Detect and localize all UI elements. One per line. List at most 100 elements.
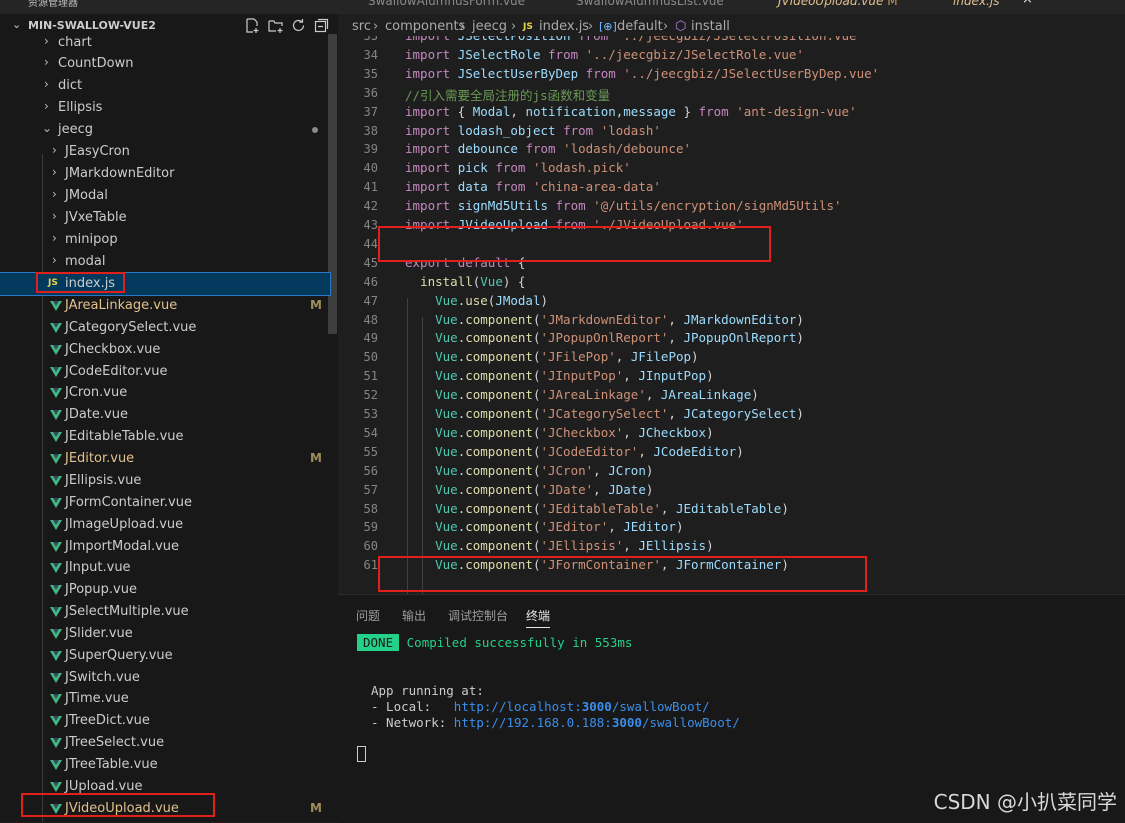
- code-line[interactable]: 49 Vue.component('JPopupOnlReport', JPop…: [338, 330, 1125, 349]
- code-line[interactable]: 37 import { Modal, notification,message }…: [338, 104, 1125, 123]
- code-line[interactable]: 50 Vue.component('JFilePop', JFilePop): [338, 349, 1125, 368]
- tree-file-item[interactable]: JSlider.vue: [0, 623, 330, 645]
- tree-file-item[interactable]: JCron.vue: [0, 382, 330, 404]
- tree-file-item[interactable]: JTreeTable.vue: [0, 754, 330, 776]
- line-number: 51: [363, 369, 378, 384]
- tree-file-item[interactable]: JCheckbox.vue: [0, 339, 330, 361]
- code-line[interactable]: 51 Vue.component('JInputPop', JInputPop): [338, 368, 1125, 387]
- line-number: 43: [363, 218, 378, 232]
- workspace-title[interactable]: MIN-SWALLOW-VUE2: [28, 19, 156, 32]
- tab-terminal[interactable]: 终端: [526, 607, 551, 628]
- vue-file-icon: [50, 388, 62, 398]
- tree-file-item[interactable]: JFormContainer.vue: [0, 492, 330, 514]
- code-line[interactable]: 35 import JSelectUserByDep from '../jeecg…: [338, 66, 1125, 85]
- breadcrumb-item[interactable]: install: [691, 19, 730, 34]
- code-line[interactable]: 38 import lodash_object from 'lodash': [338, 123, 1125, 142]
- code-line[interactable]: 57 Vue.component('JDate', JDate): [338, 482, 1125, 501]
- local-url-prefix: http://localhost:: [453, 699, 582, 714]
- code-line[interactable]: 60 Vue.component('JEllipsis', JEllipsis): [338, 538, 1125, 557]
- tree-folder-jmodal[interactable]: › JModal: [0, 185, 330, 207]
- breadcrumb-item[interactable]: src: [352, 19, 371, 34]
- tree-folder-jmarkdowneditor[interactable]: › JMarkdownEditor: [0, 163, 330, 185]
- tree-file-item[interactable]: JInput.vue: [0, 557, 330, 579]
- code-line[interactable]: 59 Vue.component('JEditor', JEditor): [338, 519, 1125, 538]
- code-line[interactable]: 42 import signMd5Utils from '@/utils/encr…: [338, 198, 1125, 217]
- tree-folder-countdown[interactable]: › CountDown: [0, 53, 330, 75]
- code-line[interactable]: 41 import data from 'china-area-data': [338, 179, 1125, 198]
- code-line[interactable]: 53 Vue.component('JCategorySelect', JCat…: [338, 406, 1125, 425]
- code-line[interactable]: 58 Vue.component('JEditableTable', JEdit…: [338, 501, 1125, 520]
- tree-folder-jeasycron[interactable]: › JEasyCron: [0, 141, 330, 163]
- code-text: Vue.component('JEditor', JEditor): [435, 519, 684, 535]
- local-label: - Local:: [371, 699, 454, 714]
- modified-badge: M: [310, 451, 322, 465]
- tree-folder-jvxetable[interactable]: › JVxeTable: [0, 207, 330, 229]
- code-editor[interactable]: 61 Vue.component('JFormContainer', JForm…: [338, 36, 1125, 594]
- vue-file-icon: [50, 323, 62, 333]
- terminal-cursor[interactable]: [357, 746, 366, 762]
- tree-folder-modal[interactable]: › modal: [0, 251, 330, 273]
- tab-swallow-alumnus-list[interactable]: SwallowAlumnusList.vue: [576, 0, 724, 8]
- close-icon[interactable]: ×: [1022, 0, 1033, 7]
- breadcrumb-item[interactable]: components: [385, 19, 465, 34]
- tree-file-item[interactable]: JTime.vue: [0, 688, 330, 710]
- code-text: import data from 'china-area-data': [405, 179, 661, 195]
- chevron-down-icon[interactable]: ⌄: [12, 18, 21, 31]
- code-line[interactable]: 47 Vue.use(JModal): [338, 293, 1125, 312]
- tree-file-item[interactable]: JPopup.vue: [0, 579, 330, 601]
- tree-file-item[interactable]: JDate.vue: [0, 404, 330, 426]
- chevron-right-icon: ›: [52, 231, 57, 245]
- tree-file-item[interactable]: JEditableTable.vue: [0, 426, 330, 448]
- tab-problems[interactable]: 问题: [356, 607, 380, 624]
- tree-file-item[interactable]: JSuperQuery.vue: [0, 645, 330, 667]
- code-line[interactable]: 54 Vue.component('JCheckbox', JCheckbox): [338, 425, 1125, 444]
- line-number: 34: [363, 47, 378, 62]
- code-line[interactable]: 48 Vue.component('JMarkdownEditor', JMar…: [338, 312, 1125, 331]
- breadcrumb-item[interactable]: index.js: [539, 19, 589, 34]
- code-text: Vue.component('JMarkdownEditor', JMarkdo…: [435, 311, 804, 327]
- tree-folder-ellipsis[interactable]: › Ellipsis: [0, 97, 330, 119]
- breadcrumb-item[interactable]: jeecg: [472, 19, 507, 34]
- tree-file-item[interactable]: JSwitch.vue: [0, 667, 330, 689]
- vue-file-icon: [50, 629, 62, 639]
- tab-output[interactable]: 输出: [402, 607, 426, 624]
- tree-folder-minipop[interactable]: › minipop: [0, 229, 330, 251]
- breadcrumb-item[interactable]: default: [617, 19, 663, 34]
- code-line[interactable]: 33 import JSelectPosition from '../jeecgb…: [338, 36, 1125, 47]
- line-number: 48: [363, 312, 378, 327]
- code-line[interactable]: 52 Vue.component('JAreaLinkage', JAreaLi…: [338, 387, 1125, 406]
- network-label: - Network:: [371, 715, 454, 730]
- network-url-port: 3000: [611, 715, 642, 730]
- tree-file-item[interactable]: JEditor.vue M: [0, 448, 330, 470]
- tree-file-item[interactable]: JTreeDict.vue: [0, 710, 330, 732]
- tree-folder-chart[interactable]: › chart: [0, 32, 330, 54]
- code-line[interactable]: 36 //引入需要全局注册的js函数和变量: [338, 85, 1125, 104]
- tree-file-item[interactable]: JTreeSelect.vue: [0, 732, 330, 754]
- tree-file-item[interactable]: JImageUpload.vue: [0, 514, 330, 536]
- tree-file-item[interactable]: JCategorySelect.vue: [0, 317, 330, 339]
- tree-folder-jeecg[interactable]: ⌄ jeecg: [0, 119, 330, 141]
- code-line[interactable]: 39 import debounce from 'lodash/debounce': [338, 141, 1125, 160]
- code-text: import debounce from 'lodash/debounce': [405, 141, 692, 157]
- tree-file-item[interactable]: JEllipsis.vue: [0, 470, 330, 492]
- tree-file-item[interactable]: JSelectMultiple.vue: [0, 601, 330, 623]
- watermark: CSDN @小扒菜同学: [933, 790, 1117, 814]
- tree-file-item[interactable]: JCodeEditor.vue: [0, 361, 330, 383]
- vue-file-icon: [50, 301, 62, 311]
- code-line[interactable]: 46 install(Vue) {: [338, 274, 1125, 293]
- local-url-line: - Local: http://localhost:3000/swallowBo…: [371, 699, 710, 714]
- network-url-link[interactable]: http://192.168.0.188:3000/swallowBoot/: [454, 715, 740, 730]
- tab-index-js[interactable]: index.js: [953, 0, 999, 8]
- code-text: install(Vue) {: [420, 273, 526, 289]
- code-line[interactable]: 40 import pick from 'lodash.pick': [338, 160, 1125, 179]
- tree-file-item[interactable]: JAreaLinkage.vue M: [0, 295, 330, 317]
- tree-folder-dict[interactable]: › dict: [0, 75, 330, 97]
- code-line[interactable]: 55 Vue.component('JCodeEditor', JCodeEdi…: [338, 444, 1125, 463]
- local-url-link[interactable]: http://localhost:3000/swallowBoot/: [454, 699, 710, 714]
- tab-debug-console[interactable]: 调试控制台: [448, 607, 508, 624]
- tab-jvideoupload[interactable]: JVideoUpload.vue M: [778, 0, 898, 8]
- code-line[interactable]: 34 import JSelectRole from '../jeecgbiz/J…: [338, 47, 1125, 66]
- tab-swallow-alumnus-form[interactable]: SwallowAlumnusForm.vue: [368, 0, 525, 8]
- tree-file-item[interactable]: JImportModal.vue: [0, 536, 330, 558]
- code-line[interactable]: 56 Vue.component('JCron', JCron): [338, 463, 1125, 482]
